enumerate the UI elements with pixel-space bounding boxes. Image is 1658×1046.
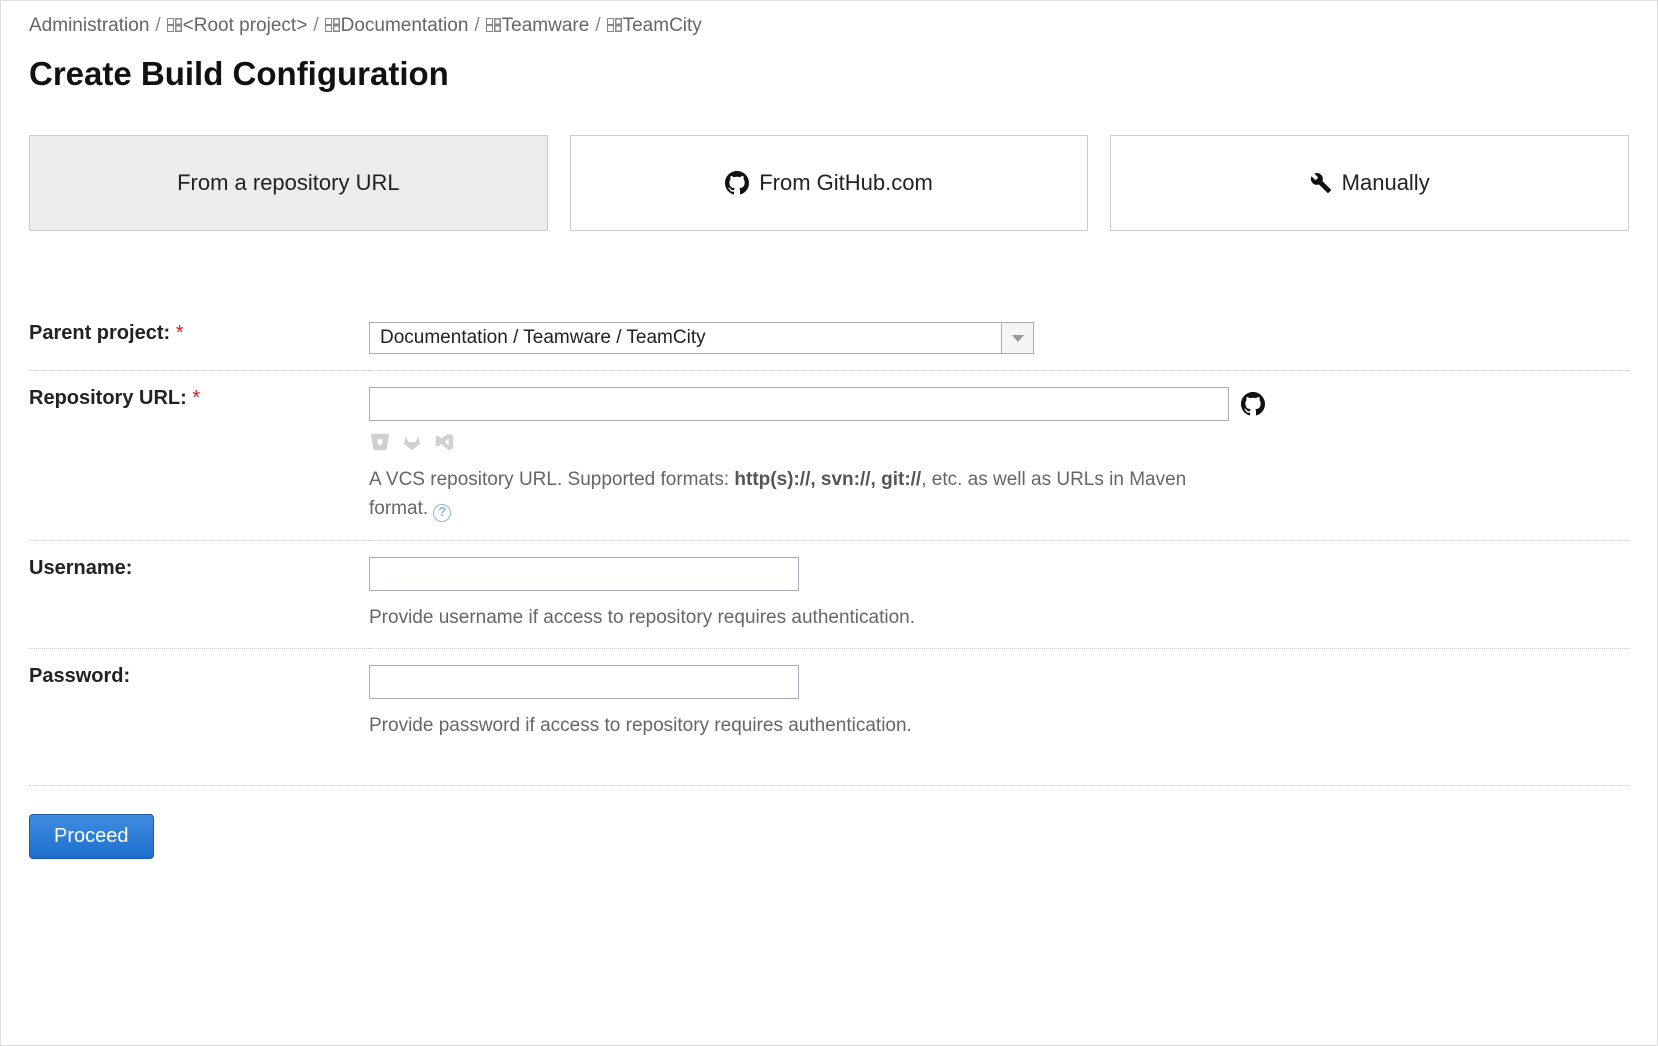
breadcrumb-separator: /	[313, 15, 318, 37]
breadcrumb-teamcity[interactable]: TeamCity	[607, 15, 702, 37]
password-input[interactable]	[369, 665, 799, 699]
breadcrumb-separator: /	[155, 15, 160, 37]
username-label: Username:	[29, 557, 132, 579]
dropdown-toggle[interactable]	[1001, 323, 1033, 353]
vcs-provider-icons	[369, 431, 1629, 453]
breadcrumb-root-project[interactable]: <Root project>	[167, 15, 308, 37]
breadcrumb-separator: /	[595, 15, 600, 37]
project-icon	[607, 18, 621, 32]
visualstudio-icon[interactable]	[433, 431, 455, 453]
breadcrumb-teamware[interactable]: Teamware	[486, 15, 590, 37]
tab-from-repository-url[interactable]: From a repository URL	[29, 135, 548, 231]
chevron-down-icon	[1012, 335, 1024, 342]
create-mode-tabs: From a repository URL From GitHub.com Ma…	[29, 135, 1629, 231]
username-input[interactable]	[369, 557, 799, 591]
build-config-form: Parent project: * Documentation / Teamwa…	[29, 306, 1629, 757]
repository-url-hint: A VCS repository URL. Supported formats:…	[369, 465, 1229, 524]
proceed-button[interactable]: Proceed	[29, 814, 154, 859]
breadcrumb-separator: /	[474, 15, 479, 37]
github-icon[interactable]	[1241, 392, 1265, 416]
tab-label: Manually	[1342, 170, 1430, 196]
tab-from-github[interactable]: From GitHub.com	[570, 135, 1089, 231]
project-icon	[325, 18, 339, 32]
project-icon	[486, 18, 500, 32]
username-hint: Provide username if access to repository…	[369, 603, 1229, 632]
tab-manually[interactable]: Manually	[1110, 135, 1629, 231]
github-icon	[725, 171, 749, 195]
tab-label: From GitHub.com	[759, 170, 933, 196]
password-label: Password:	[29, 665, 130, 687]
repository-url-label: Repository URL:	[29, 387, 187, 409]
wrench-icon	[1310, 172, 1332, 194]
bitbucket-icon[interactable]	[369, 431, 391, 453]
parent-project-label: Parent project:	[29, 322, 170, 344]
required-marker: *	[176, 322, 184, 344]
breadcrumb: Administration / <Root project> / Docume…	[29, 15, 1629, 37]
help-icon[interactable]: ?	[433, 504, 451, 522]
project-icon	[167, 18, 181, 32]
gitlab-icon[interactable]	[401, 431, 423, 453]
breadcrumb-administration[interactable]: Administration	[29, 15, 149, 37]
password-hint: Provide password if access to repository…	[369, 711, 1229, 740]
repository-url-input[interactable]	[369, 387, 1229, 421]
tab-label: From a repository URL	[177, 170, 400, 196]
parent-project-select[interactable]: Documentation / Teamware / TeamCity	[369, 322, 1034, 354]
breadcrumb-documentation[interactable]: Documentation	[325, 15, 469, 37]
page-title: Create Build Configuration	[29, 55, 1629, 93]
parent-project-value: Documentation / Teamware / TeamCity	[370, 323, 1001, 353]
required-marker: *	[192, 387, 200, 409]
